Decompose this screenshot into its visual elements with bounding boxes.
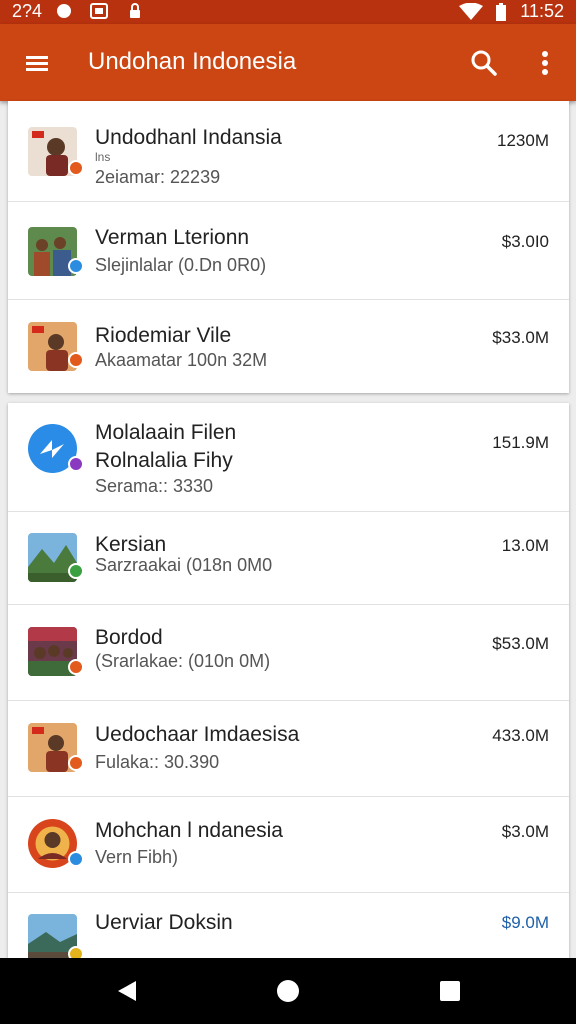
item-subtitle: Vern Fibh)	[95, 847, 179, 867]
status-time: 11:52	[520, 1, 564, 21]
home-icon	[277, 980, 299, 1002]
item-caption: lns	[95, 150, 111, 164]
item-amount: $33.0M	[492, 328, 549, 347]
more-options-button[interactable]	[532, 46, 558, 80]
more-vert-icon	[542, 51, 548, 75]
list-item[interactable]: Molalaain Filen Rolnalalia Fihy Serama::…	[8, 403, 569, 512]
battery-icon	[495, 3, 507, 21]
badge-icon	[68, 456, 84, 472]
menu-icon	[26, 56, 48, 71]
item-amount: $9.0M	[501, 913, 549, 932]
list-item[interactable]: Riodemiar Vile Akaamatar 100n 32M $33.0M	[8, 300, 569, 393]
back-icon	[118, 981, 136, 1001]
navigation-bar	[0, 958, 576, 1024]
badge-icon	[68, 563, 84, 579]
item-title: Bordod	[95, 626, 163, 649]
item-title: Uerviar Doksin	[95, 911, 233, 934]
badge-icon	[68, 352, 84, 368]
list-card-top: Undodhanl Indansia lns 2eiamar: 22239 12…	[8, 101, 569, 393]
badge-icon	[68, 160, 84, 176]
item-title: Riodemiar Vile	[95, 324, 232, 347]
item-title-secondary: Rolnalalia Fihy	[95, 449, 233, 472]
search-button[interactable]	[467, 46, 501, 80]
wifi-icon	[458, 2, 484, 20]
item-amount: 433.0M	[492, 726, 549, 745]
notification-circle-icon	[56, 3, 72, 19]
item-title: Uedochaar Imdaesisa	[95, 723, 300, 746]
item-subtitle: Serama:: 3330	[95, 476, 214, 496]
status-bar: 2?4 11:52	[0, 0, 576, 24]
item-amount: 1230M	[497, 131, 549, 150]
status-left-text: 2?4	[12, 1, 43, 21]
app-title: Undohan Indonesia	[88, 48, 297, 75]
list-card-bottom: Molalaain Filen Rolnalalia Fihy Serama::…	[8, 403, 569, 958]
item-subtitle: Slejinlalar (0.Dn 0R0)	[95, 255, 267, 275]
item-amount: 13.0M	[501, 536, 549, 555]
list-item[interactable]: Undodhanl Indansia lns 2eiamar: 22239 12…	[8, 101, 569, 202]
badge-icon	[68, 851, 84, 867]
item-subtitle: Sarzraakai (018n 0M0	[95, 555, 273, 575]
badge-icon	[68, 755, 84, 771]
search-icon	[471, 50, 497, 76]
list-item[interactable]: Uedochaar Imdaesisa Fulaka:: 30.390 433.…	[8, 701, 569, 797]
home-button[interactable]	[275, 978, 301, 1004]
item-subtitle: 2eiamar: 22239	[95, 167, 221, 187]
badge-icon	[68, 258, 84, 274]
list-item[interactable]: Uerviar Doksin $9.0M	[8, 893, 569, 958]
back-button[interactable]	[114, 978, 140, 1004]
item-title: Undodhanl Indansia	[95, 126, 282, 149]
item-subtitle: Akaamatar 100n 32M	[95, 350, 268, 370]
item-subtitle: (Srarlakae: (010n 0M)	[95, 651, 271, 671]
item-title: Verman Lterionn	[95, 226, 250, 249]
recents-icon	[440, 981, 460, 1001]
app-bar: Undohan Indonesia	[0, 24, 576, 101]
item-title: Molalaain Filen	[95, 421, 237, 444]
list-item[interactable]: Kersian Sarzraakai (018n 0M0 13.0M	[8, 512, 569, 605]
item-amount: $3.0I0	[501, 232, 549, 251]
menu-button[interactable]	[22, 49, 52, 77]
badge-icon	[68, 659, 84, 675]
item-amount: 151.9M	[492, 433, 549, 452]
item-amount: $53.0M	[492, 634, 549, 653]
list-item[interactable]: Verman Lterionn Slejinlalar (0.Dn 0R0) $…	[8, 202, 569, 300]
item-amount: $3.0M	[501, 822, 549, 841]
item-title: Kersian	[95, 533, 167, 556]
list-item[interactable]: Mohchan l ndanesia Vern Fibh) $3.0M	[8, 797, 569, 893]
lock-icon	[128, 3, 144, 19]
item-subtitle: Fulaka:: 30.390	[95, 752, 220, 772]
recents-button[interactable]	[437, 978, 463, 1004]
item-title: Mohchan l ndanesia	[95, 819, 283, 842]
gallery-icon	[90, 3, 108, 19]
list-item[interactable]: Bordod (Srarlakae: (010n 0M) $53.0M	[8, 605, 569, 701]
badge-icon	[68, 946, 84, 958]
